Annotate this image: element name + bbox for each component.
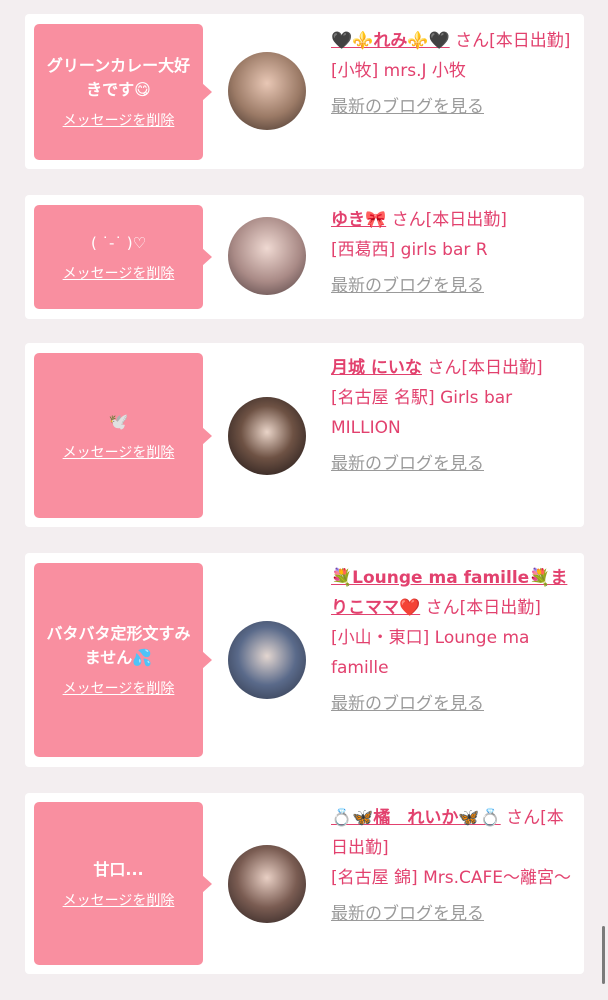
- cast-info: 月城 にいな さん[本日出勤] [名古屋 名駅] Girls bar MILLI…: [331, 353, 574, 479]
- cast-shop: [名古屋 錦] Mrs.CAFE〜離宮〜: [331, 868, 572, 888]
- cast-info: ゆき🎀 さん[本日出勤] [西葛西] girls bar R 最新のブログを見る: [331, 205, 574, 301]
- avatar[interactable]: [228, 397, 306, 475]
- cast-name-link[interactable]: 💍🦋橘 れいか🦋💍: [331, 808, 501, 828]
- cast-shop: [名古屋 名駅] Girls bar MILLION: [331, 388, 513, 438]
- message-text: バタバタ定形文すみません💦: [46, 624, 191, 667]
- delete-message-link[interactable]: メッセージを削除: [63, 265, 175, 283]
- latest-blog-link[interactable]: 最新のブログを見る: [331, 899, 484, 929]
- cast-info: 💍🦋橘 れいか🦋💍 さん[本日出勤] [名古屋 錦] Mrs.CAFE〜離宮〜 …: [331, 803, 574, 929]
- cast-shop: [小牧] mrs.J 小牧: [331, 61, 466, 81]
- cast-name-link[interactable]: 月城 にいな: [331, 358, 422, 378]
- message-list-page: グリーンカレー大好きです😋 メッセージを削除 🖤⚜️れみ⚜️🖤 さん[本日出勤]…: [0, 0, 608, 1000]
- delete-message-link[interactable]: メッセージを削除: [63, 444, 175, 462]
- latest-blog-link[interactable]: 最新のブログを見る: [331, 449, 484, 479]
- cast-status: さん[本日出勤]: [425, 598, 541, 618]
- cast-name-link[interactable]: 🖤⚜️れみ⚜️🖤: [331, 31, 450, 51]
- message-text: グリーンカレー大好きです😋: [46, 56, 191, 99]
- message-bubble: 🕊️ メッセージを削除: [34, 353, 212, 518]
- delete-message-link[interactable]: メッセージを削除: [63, 112, 175, 130]
- message-card: ( ˙-˙ )♡ メッセージを削除 ゆき🎀 さん[本日出勤] [西葛西] gir…: [25, 195, 584, 319]
- scrollbar[interactable]: [602, 926, 605, 984]
- avatar[interactable]: [228, 52, 306, 130]
- message-text: ( ˙-˙ )♡: [90, 234, 147, 252]
- delete-message-link[interactable]: メッセージを削除: [63, 892, 175, 910]
- message-bubble: ( ˙-˙ )♡ メッセージを削除: [34, 205, 212, 309]
- message-text: 甘口...: [93, 859, 144, 879]
- avatar[interactable]: [228, 621, 306, 699]
- message-card: 甘口... メッセージを削除 💍🦋橘 れいか🦋💍 さん[本日出勤] [名古屋 錦…: [25, 793, 584, 974]
- cast-status: さん[本日出勤]: [427, 358, 543, 378]
- avatar[interactable]: [228, 217, 306, 295]
- cast-info: 🖤⚜️れみ⚜️🖤 さん[本日出勤] [小牧] mrs.J 小牧 最新のブログを見…: [331, 26, 574, 122]
- avatar[interactable]: [228, 845, 306, 923]
- message-bubble: バタバタ定形文すみません💦 メッセージを削除: [34, 563, 212, 757]
- cast-shop: [西葛西] girls bar R: [331, 240, 488, 260]
- latest-blog-link[interactable]: 最新のブログを見る: [331, 689, 484, 719]
- message-text: 🕊️: [108, 411, 129, 431]
- message-card: 🕊️ メッセージを削除 月城 にいな さん[本日出勤] [名古屋 名駅] Gir…: [25, 343, 584, 527]
- delete-message-link[interactable]: メッセージを削除: [63, 680, 175, 698]
- cast-status: さん[本日出勤]: [455, 31, 571, 51]
- message-bubble: 甘口... メッセージを削除: [34, 802, 212, 965]
- latest-blog-link[interactable]: 最新のブログを見る: [331, 92, 484, 122]
- message-card: グリーンカレー大好きです😋 メッセージを削除 🖤⚜️れみ⚜️🖤 さん[本日出勤]…: [25, 14, 584, 169]
- cast-name-link[interactable]: ゆき🎀: [331, 210, 386, 230]
- message-bubble: グリーンカレー大好きです😋 メッセージを削除: [34, 24, 212, 160]
- cast-shop: [小山・東口] Lounge ma famille: [331, 628, 530, 678]
- message-card: バタバタ定形文すみません💦 メッセージを削除 💐Lounge ma famill…: [25, 553, 584, 767]
- cast-info: 💐Lounge ma famille💐まりこママ❤️ さん[本日出勤] [小山・…: [331, 563, 574, 719]
- latest-blog-link[interactable]: 最新のブログを見る: [331, 271, 484, 301]
- cast-status: さん[本日出勤]: [391, 210, 507, 230]
